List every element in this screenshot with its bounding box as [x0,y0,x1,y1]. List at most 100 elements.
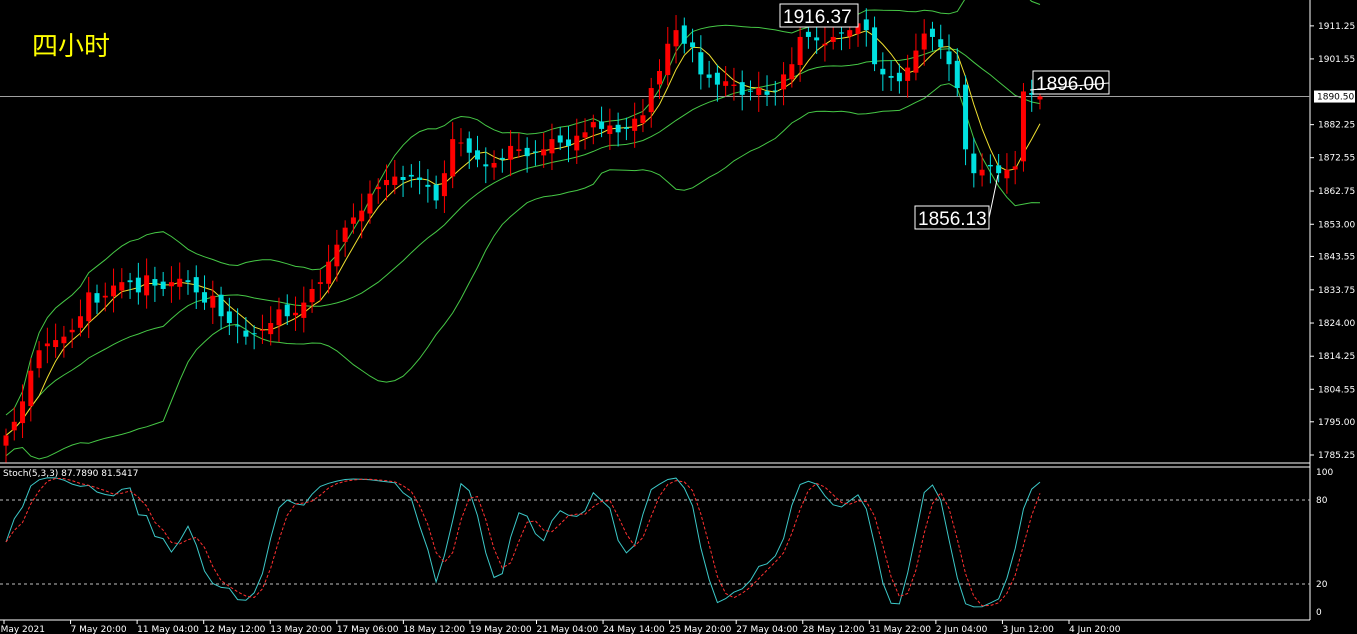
candle-body [466,138,472,153]
candle-body [714,72,720,85]
candle-body [838,32,844,34]
chart-canvas[interactable]: 100 80 20 0 1911.25 1901.55 1882.25 1872.55 186… [0,0,1357,634]
candle-body [508,145,514,160]
candle-body [334,244,340,267]
candle-body [425,184,431,187]
candle-body [772,90,778,92]
candle-body [28,370,34,407]
time-tick-label: 18 May 12:00 [403,625,465,634]
candle-body [20,401,26,424]
candle-body [582,132,588,138]
candle-body [359,210,365,222]
candle-body [259,329,265,331]
chart-title: 四小时 [32,32,110,62]
candle-body [946,51,952,65]
candle-body [789,64,795,80]
candle-body [1012,166,1018,170]
candle-body [433,184,439,201]
candle-body [822,43,828,46]
candle-body [905,67,911,81]
price-tick-label: 1862.75 [1318,187,1355,197]
candle-body [475,150,481,160]
candle-body [615,124,621,133]
candle-body [665,43,671,76]
candle-body [400,176,406,180]
candle-body [1004,169,1010,179]
candle-body [342,227,348,242]
candle-body [268,323,274,335]
candle-body [111,285,117,297]
candle-body [144,275,150,296]
candle-body [408,174,414,177]
current-price-label: 1890.50 [1317,93,1354,103]
time-tick-label: 27 May 04:00 [736,625,798,634]
price-tick-label: 1882.25 [1318,121,1355,131]
candle-body [938,39,944,48]
candle-body [880,68,886,75]
candle-body [971,153,977,174]
annotation-label: 1916.37 [783,7,852,28]
time-tick-label: 31 May 22:00 [869,625,931,634]
candle-body [888,75,894,78]
candle-body [797,36,803,66]
time-tick-label: 17 May 06:00 [337,625,399,634]
candle-body [690,42,696,48]
candle-body [102,295,108,298]
candle-body [963,84,969,150]
candle-body [499,157,505,160]
chart-background [0,0,1357,634]
stoch-tick-label: 20 [1316,580,1328,590]
time-tick-label: 6 May 2021 [0,625,45,634]
candle-body [1020,91,1026,162]
candle-body [1037,96,1043,100]
candle-body [607,125,613,135]
candle-body [168,282,174,287]
time-tick-label: 2 Jun 04:00 [936,625,988,634]
price-tick-label: 1795.00 [1318,418,1355,428]
candle-body [996,165,1002,174]
price-tick-label: 1911.25 [1318,22,1355,32]
candle-body [549,139,555,154]
candle-body [185,280,191,283]
candle-body [309,288,315,303]
candle-body [235,325,241,327]
candle-body [681,25,687,44]
stoch-tick-label: 0 [1316,608,1322,618]
price-tick-label: 1824.00 [1318,319,1355,329]
candle-body [532,151,538,153]
candle-body [541,149,547,156]
time-tick-label: 25 May 20:00 [670,625,732,634]
candle-body [202,292,208,303]
stoch-indicator-label: Stoch(5,3,3) 87.7890 81.5417 [3,469,138,479]
candle-body [417,177,423,180]
price-tick-label: 1804.55 [1318,385,1355,395]
candle-body [805,31,811,37]
candle-body [177,278,183,287]
price-chart[interactable]: 100 80 20 0 1911.25 1901.55 1882.25 1872.55 186… [0,0,1357,634]
candle-body [458,142,464,144]
candle-body [441,173,447,197]
candle-body [218,294,224,317]
price-tick-label: 1814.25 [1318,352,1355,362]
candle-body [36,350,42,369]
candle-body [516,149,522,151]
candle-body [863,19,869,31]
price-tick-label: 1853.00 [1318,220,1355,230]
price-tick-label: 1785.25 [1318,451,1355,461]
candle-body [673,30,679,47]
candle-body [524,147,530,157]
candle-body [623,127,629,129]
candle-body [350,217,356,224]
candle-body [814,37,820,41]
price-tick-label: 1843.55 [1318,252,1355,262]
time-tick-label: 3 Jun 12:00 [1002,625,1054,634]
candle-body [94,293,100,303]
candle-body [739,82,745,95]
candle-body [284,304,290,317]
candle-body [723,81,729,86]
time-tick-label: 28 May 12:00 [803,625,865,634]
candle-body [764,91,770,95]
candle-body [648,88,654,113]
candle-body [44,343,50,347]
price-tick-label: 1901.55 [1318,55,1355,65]
